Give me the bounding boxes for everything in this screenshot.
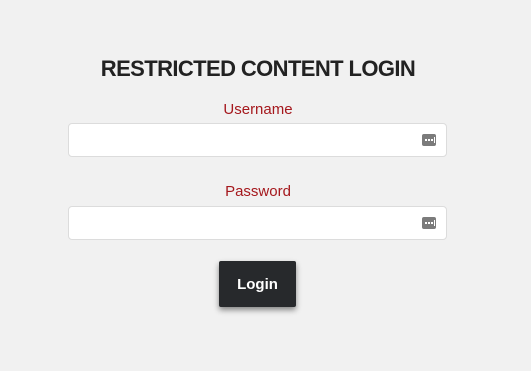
password-manager-icon[interactable] — [422, 217, 436, 229]
login-button[interactable]: Login — [219, 261, 296, 307]
username-input[interactable] — [69, 124, 446, 156]
password-input[interactable] — [69, 207, 446, 239]
username-field-container — [68, 123, 447, 157]
login-page: RESTRICTED CONTENT LOGIN Username Passwo… — [0, 0, 531, 371]
page-title: RESTRICTED CONTENT LOGIN — [100, 56, 416, 81]
password-manager-icon[interactable] — [422, 134, 436, 146]
password-field-container — [68, 206, 447, 240]
username-label: Username — [223, 101, 293, 118]
password-label: Password — [225, 183, 291, 200]
